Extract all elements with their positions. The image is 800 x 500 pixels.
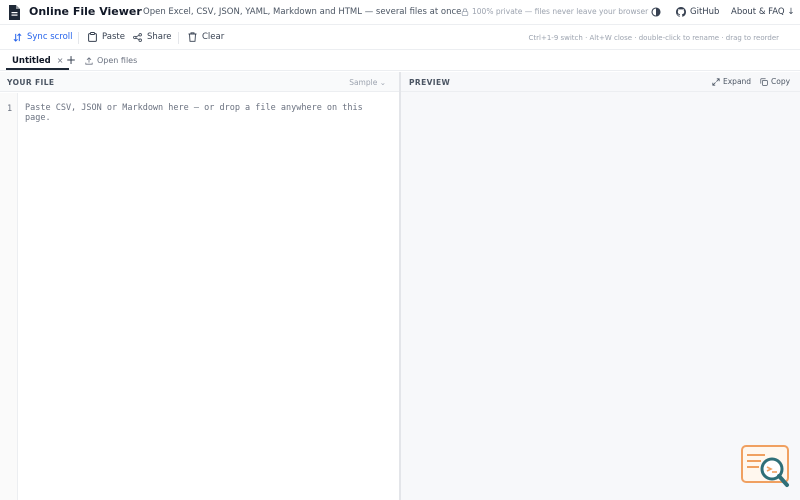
search-help-badge-icon[interactable]: [741, 445, 791, 489]
trash-icon: [188, 32, 197, 42]
upload-icon: [85, 56, 93, 65]
add-tab-button[interactable]: +: [66, 53, 76, 67]
preview-pane: PREVIEW Expand Copy: [401, 72, 800, 500]
github-link[interactable]: GitHub: [676, 7, 719, 17]
keyboard-shortcuts-hint: Ctrl+1-9 switch · Alt+W close · double-c…: [528, 34, 779, 42]
paste-label: Paste: [102, 32, 125, 42]
paste-button[interactable]: Paste: [88, 32, 125, 42]
sync-scroll-button[interactable]: Sync scroll: [13, 32, 73, 42]
share-icon: [133, 32, 142, 42]
editor-pane-title: YOUR FILE: [7, 78, 55, 87]
github-icon: [676, 7, 686, 17]
app-root: Online File Viewer Open Excel, CSV, JSON…: [0, 0, 800, 500]
clipboard-icon: [88, 32, 97, 42]
tab-close-icon[interactable]: ×: [57, 56, 64, 65]
sync-arrows-icon: [13, 32, 22, 42]
privacy-note: 100% private — files never leave your br…: [461, 7, 648, 16]
github-label: GitHub: [690, 7, 720, 17]
toolbar: Sync scroll Paste Share Clear Ctrl+1-9 s…: [0, 26, 800, 50]
share-button[interactable]: Share: [133, 32, 172, 42]
sync-scroll-label: Sync scroll: [27, 32, 73, 42]
expand-button[interactable]: Expand: [712, 77, 751, 86]
lock-icon: [461, 7, 469, 16]
sample-dropdown[interactable]: Sample ⌄: [349, 78, 386, 87]
privacy-text: 100% private — files never leave your br…: [472, 7, 649, 16]
expand-label: Expand: [723, 77, 752, 86]
expand-icon: [712, 77, 720, 86]
tagline: Open Excel, CSV, JSON, YAML, Markdown an…: [143, 7, 462, 17]
share-label: Share: [147, 32, 172, 42]
theme-toggle-icon[interactable]: [651, 7, 661, 17]
line-number: 1: [7, 104, 13, 114]
line-number-gutter: 1: [0, 93, 18, 500]
file-input-editor[interactable]: [19, 93, 399, 500]
tab-bar: Untitled × + Open files: [0, 51, 800, 71]
file-logo-icon: [9, 5, 20, 20]
toolbar-divider: [78, 32, 79, 44]
copy-button[interactable]: Copy: [760, 77, 790, 86]
app-title: Online File Viewer: [29, 5, 142, 18]
copy-label: Copy: [771, 77, 791, 86]
editor-pane-header: YOUR FILE Sample ⌄: [0, 72, 399, 92]
open-files-button[interactable]: Open files: [85, 56, 137, 65]
copy-icon: [760, 77, 768, 86]
preview-content: [401, 93, 800, 500]
toolbar-divider: [178, 32, 179, 44]
header: Online File Viewer Open Excel, CSV, JSON…: [0, 0, 800, 25]
tab-untitled[interactable]: Untitled ×: [6, 53, 70, 70]
clear-label: Clear: [202, 32, 225, 42]
editor-pane: YOUR FILE Sample ⌄ 1: [0, 72, 399, 500]
about-faq-link[interactable]: About & FAQ ↓: [731, 7, 794, 17]
open-files-label: Open files: [97, 56, 138, 65]
tab-label: Untitled: [12, 55, 51, 66]
preview-pane-header: PREVIEW Expand Copy: [401, 72, 800, 92]
preview-pane-title: PREVIEW: [409, 78, 451, 87]
clear-button[interactable]: Clear: [188, 32, 224, 42]
